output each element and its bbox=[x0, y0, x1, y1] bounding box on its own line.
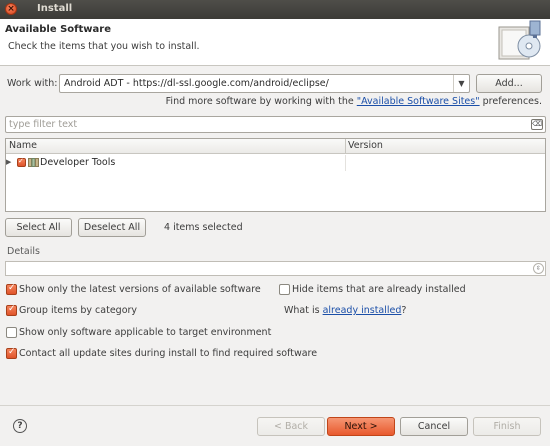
checkbox[interactable] bbox=[6, 347, 17, 359]
clear-filter-icon[interactable]: ⌫ bbox=[531, 119, 543, 130]
cancel-button[interactable]: Cancel bbox=[400, 417, 468, 436]
work-with-value: Android ADT - https://dl-ssl.google.com/… bbox=[64, 78, 329, 89]
expander-icon[interactable]: ▶ bbox=[6, 158, 11, 166]
tree-row[interactable]: ▶ Developer Tools bbox=[6, 155, 545, 171]
install-wizard-icon bbox=[498, 20, 541, 60]
category-icon bbox=[28, 158, 39, 167]
work-with-combo[interactable]: Android ADT - https://dl-ssl.google.com/… bbox=[59, 74, 470, 93]
filter-placeholder: type filter text bbox=[9, 119, 78, 130]
details-label: Details bbox=[7, 246, 40, 257]
checkbox[interactable] bbox=[279, 284, 290, 295]
close-icon[interactable]: × bbox=[5, 3, 17, 15]
finish-button[interactable]: Finish bbox=[473, 417, 541, 436]
work-with-label: Work with: bbox=[7, 78, 58, 89]
wizard-banner: Available Software Check the items that … bbox=[0, 19, 550, 66]
chevron-down-icon[interactable]: ▼ bbox=[453, 75, 469, 92]
footer-divider bbox=[0, 405, 550, 406]
checkbox[interactable] bbox=[6, 304, 17, 316]
already-installed-suffix: ? bbox=[401, 305, 407, 316]
option-label: Show only the latest versions of availab… bbox=[19, 284, 261, 295]
checkbox[interactable] bbox=[6, 283, 17, 295]
available-sites-link[interactable]: "Available Software Sites" bbox=[357, 96, 480, 107]
title-bar: × Install bbox=[0, 0, 550, 19]
option-label: Hide items that are already installed bbox=[292, 284, 466, 295]
option-label: Show only software applicable to target … bbox=[19, 327, 272, 338]
column-name[interactable]: Name bbox=[9, 140, 37, 151]
option-target-environment[interactable]: Show only software applicable to target … bbox=[6, 327, 271, 338]
tree-header: Name Version bbox=[6, 139, 545, 154]
software-tree[interactable]: Name Version ▶ Developer Tools bbox=[5, 138, 546, 212]
scroll-icon[interactable]: ⇳ bbox=[533, 263, 544, 274]
add-site-button[interactable]: Add... bbox=[476, 74, 542, 93]
window-title: Install bbox=[37, 3, 73, 14]
column-divider bbox=[345, 139, 346, 154]
back-button[interactable]: < Back bbox=[257, 417, 325, 436]
column-version[interactable]: Version bbox=[348, 140, 383, 151]
already-installed-link[interactable]: already installed bbox=[323, 305, 402, 316]
details-area[interactable]: ⇳ bbox=[5, 261, 546, 276]
option-latest-versions[interactable]: Show only the latest versions of availab… bbox=[6, 283, 261, 295]
row-name: Developer Tools bbox=[40, 157, 116, 168]
deselect-all-button[interactable]: Deselect All bbox=[78, 218, 146, 237]
already-installed-hint: What is already installed? bbox=[284, 305, 406, 316]
filter-field[interactable]: type filter text ⌫ bbox=[5, 116, 546, 133]
selection-status: 4 items selected bbox=[164, 222, 243, 233]
option-label: Contact all update sites during install … bbox=[19, 348, 318, 359]
next-button[interactable]: Next > bbox=[327, 417, 395, 436]
option-hide-installed[interactable]: Hide items that are already installed bbox=[279, 284, 466, 295]
option-contact-update-sites[interactable]: Contact all update sites during install … bbox=[6, 347, 318, 359]
available-sites-prefix: Find more software by working with the bbox=[165, 96, 357, 107]
help-icon[interactable]: ? bbox=[13, 419, 27, 433]
checkbox[interactable] bbox=[6, 327, 17, 338]
available-sites-suffix: preferences. bbox=[479, 96, 542, 107]
already-installed-prefix: What is bbox=[284, 305, 323, 316]
available-sites-hint: Find more software by working with the "… bbox=[166, 96, 542, 107]
row-checkbox[interactable] bbox=[17, 157, 26, 167]
option-group-by-category[interactable]: Group items by category bbox=[6, 304, 138, 316]
select-all-button[interactable]: Select All bbox=[5, 218, 72, 237]
column-divider bbox=[345, 155, 346, 171]
page-description: Check the items that you wish to install… bbox=[8, 41, 200, 52]
option-label: Group items by category bbox=[19, 305, 138, 316]
page-title: Available Software bbox=[5, 24, 112, 35]
